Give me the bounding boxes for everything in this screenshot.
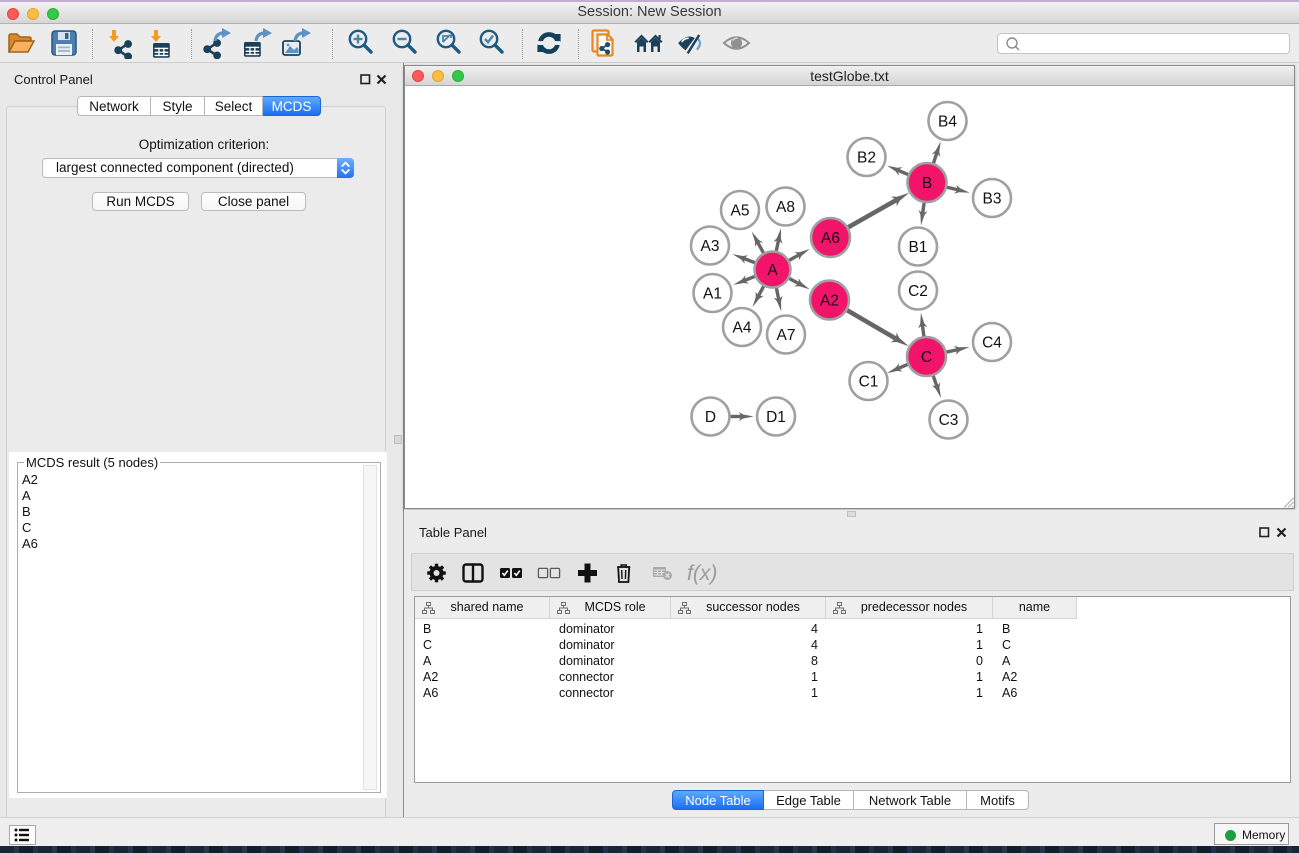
svg-text:A7: A7 [777, 327, 796, 344]
svg-text:A8: A8 [776, 199, 795, 216]
svg-text:C3: C3 [939, 412, 959, 429]
svg-text:A3: A3 [701, 238, 720, 255]
svg-text:f(x): f(x) [687, 562, 717, 585]
svg-text:C4: C4 [982, 335, 1002, 352]
svg-text:A1: A1 [703, 286, 722, 303]
svg-text:B2: B2 [857, 150, 876, 167]
svg-text:A2: A2 [820, 293, 839, 310]
svg-text:B: B [922, 175, 932, 192]
svg-text:C1: C1 [859, 374, 879, 391]
svg-text:A4: A4 [733, 320, 752, 337]
svg-text:A5: A5 [731, 203, 750, 220]
svg-text:B4: B4 [938, 114, 957, 131]
svg-text:C2: C2 [908, 283, 928, 300]
svg-text:D1: D1 [766, 409, 786, 426]
svg-text:A: A [767, 262, 778, 279]
svg-text:B3: B3 [983, 191, 1002, 208]
svg-text:A6: A6 [821, 230, 840, 247]
svg-text:D: D [705, 409, 716, 426]
svg-text:C: C [921, 349, 932, 366]
svg-text:B1: B1 [909, 239, 928, 256]
